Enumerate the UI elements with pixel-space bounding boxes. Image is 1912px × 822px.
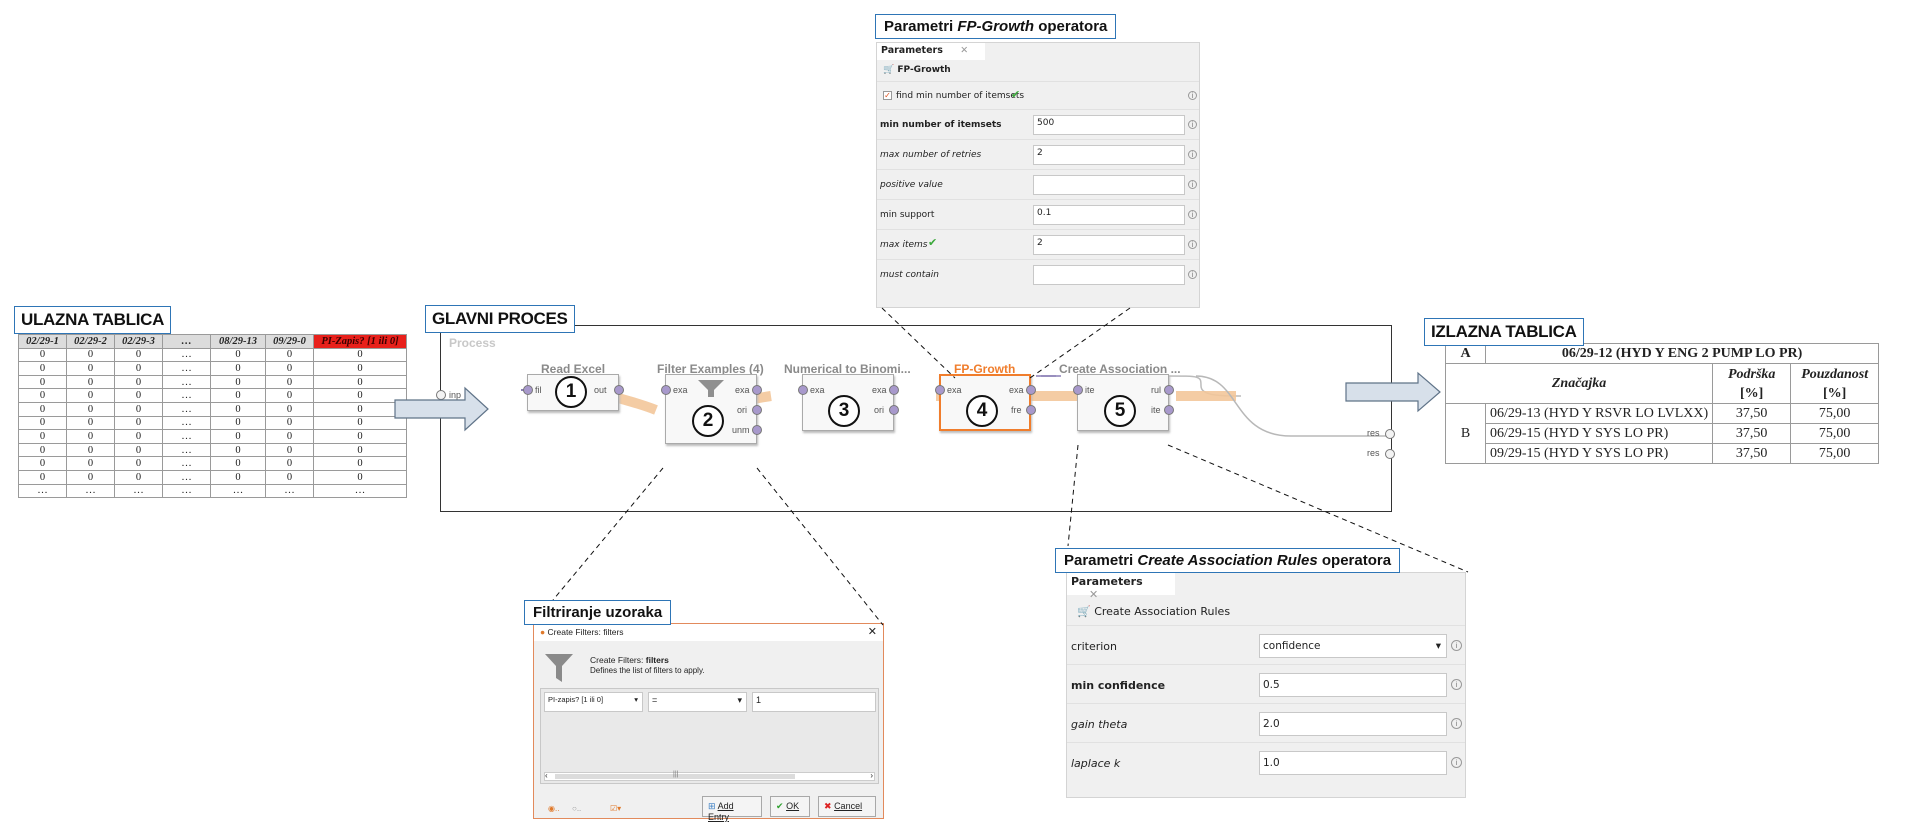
op1-number: 1 bbox=[555, 376, 587, 408]
callout-main-process: GLAVNI PROCES bbox=[425, 305, 575, 333]
callout-input-table: ULAZNA TABLICA bbox=[14, 306, 172, 334]
arrow-output bbox=[1345, 371, 1441, 413]
callout-fp-params: Parametri FP-Growth operatora bbox=[875, 14, 1117, 39]
op3-number: 3 bbox=[828, 395, 860, 427]
callout-output-table: IZLAZNA TABLICA bbox=[1424, 318, 1584, 346]
arrow-input bbox=[394, 386, 489, 432]
connector-lines bbox=[394, 307, 1469, 626]
op5-number: 5 bbox=[1104, 395, 1136, 427]
callout-filter: Filtriranje uzoraka bbox=[524, 600, 672, 625]
callout-car-params: Parametri Create Association Rules opera… bbox=[1055, 548, 1401, 573]
op4-number: 4 bbox=[966, 395, 998, 427]
op2-number: 2 bbox=[692, 405, 724, 437]
